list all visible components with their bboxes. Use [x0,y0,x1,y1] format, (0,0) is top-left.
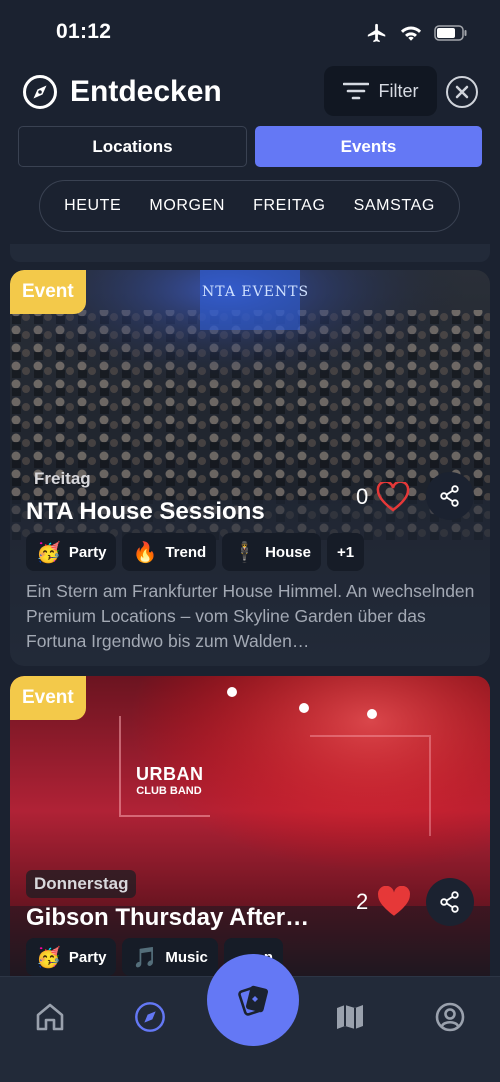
day-tag: Donnerstag [26,870,137,898]
status-bar: 01:12 [0,0,500,62]
tab-locations[interactable]: Locations [18,126,247,167]
fire-emoji-icon: 🔥 [132,541,158,564]
status-time: 01:12 [56,20,112,43]
nav-home[interactable] [30,997,70,1037]
event-title[interactable]: NTA House Sessions [26,498,265,526]
share-icon [440,485,459,507]
day-tag: Freitag [34,469,91,488]
cards-fab-button[interactable] [207,954,299,1046]
event-title[interactable]: Gibson Thursday After… [26,904,309,932]
compass-icon [23,75,57,109]
airplane-icon [367,23,386,43]
status-icons [366,22,468,44]
map-icon [337,1005,363,1029]
event-badge: Event [10,270,86,314]
event-description: Ein Stern am Frankfurter House Himmel. A… [26,581,475,651]
tag-label: Party [68,948,107,966]
tag-label: Music [165,948,208,966]
day-filter: HEUTE MORGEN FREITAG SAMSTAG [39,180,460,232]
tag-label: Party [68,543,107,561]
nav-map[interactable] [330,997,370,1037]
band-logo-line1: URBAN [136,764,204,784]
view-segmented-control: Locations Events [18,126,482,168]
tab-events[interactable]: Events [255,126,482,167]
heart-outline-icon[interactable] [376,482,410,512]
like-count: 2 [356,889,369,914]
nav-discover[interactable] [130,997,170,1037]
day-samstag[interactable]: SAMSTAG [354,197,435,215]
filter-button[interactable]: Filter [324,66,437,116]
compass-icon [135,1002,165,1032]
wifi-icon [400,26,422,41]
share-button[interactable] [426,472,474,520]
tag-trend[interactable]: 🔥 Trend [122,533,217,571]
battery-icon [434,25,467,41]
suit-person-emoji-icon: 🕴 [232,541,258,564]
tag-more[interactable]: +1 [326,533,365,571]
page-title: Entdecken [70,75,222,108]
home-icon [36,1003,64,1031]
band-logo: URBAN CLUB BAND [136,764,204,797]
party-emoji-icon: 🥳 [36,946,61,969]
party-emoji-icon: 🥳 [36,541,61,564]
tag-label: +1 [336,543,355,561]
event-card[interactable]: URBAN CLUB BAND Event Donnerstag Gibson … [10,676,490,976]
close-icon [455,85,469,99]
tag-list: 🥳 Party 🔥 Trend 🕴 House +1 [26,533,365,571]
heart-filled-icon[interactable] [376,886,412,918]
tag-house[interactable]: 🕴 House [222,533,321,571]
band-logo-line2: CLUB BAND [136,785,202,797]
share-icon [440,891,459,913]
tag-label: House [265,543,311,561]
day-morgen[interactable]: MORGEN [149,197,225,215]
event-card[interactable]: NTA EVENTS Event Freitag NTA House Sessi… [10,270,490,666]
page-header: Entdecken Filter [0,62,500,122]
event-badge: Event [10,676,86,720]
tag-music[interactable]: 🎵 Music [122,938,218,976]
tag-party[interactable]: 🥳 Party [26,533,117,571]
like-count: 0 [356,484,369,509]
tag-label: Trend [165,543,207,561]
filter-label: Filter [378,80,419,101]
previous-card-edge [10,244,490,262]
day-freitag[interactable]: FREITAG [253,197,325,215]
profile-icon [435,1002,465,1032]
image-signage-text: NTA EVENTS [202,284,310,300]
music-note-emoji-icon: 🎵 [132,946,158,969]
cards-icon [238,985,268,1016]
filter-icon [342,82,369,100]
share-button[interactable] [426,878,474,926]
close-button[interactable] [446,76,478,108]
nav-profile[interactable] [430,997,470,1037]
like-area: 0 [356,482,410,512]
title-group: Entdecken [22,74,222,110]
like-area: 2 [356,886,412,918]
tag-party[interactable]: 🥳 Party [26,938,117,976]
day-heute[interactable]: HEUTE [64,197,121,215]
